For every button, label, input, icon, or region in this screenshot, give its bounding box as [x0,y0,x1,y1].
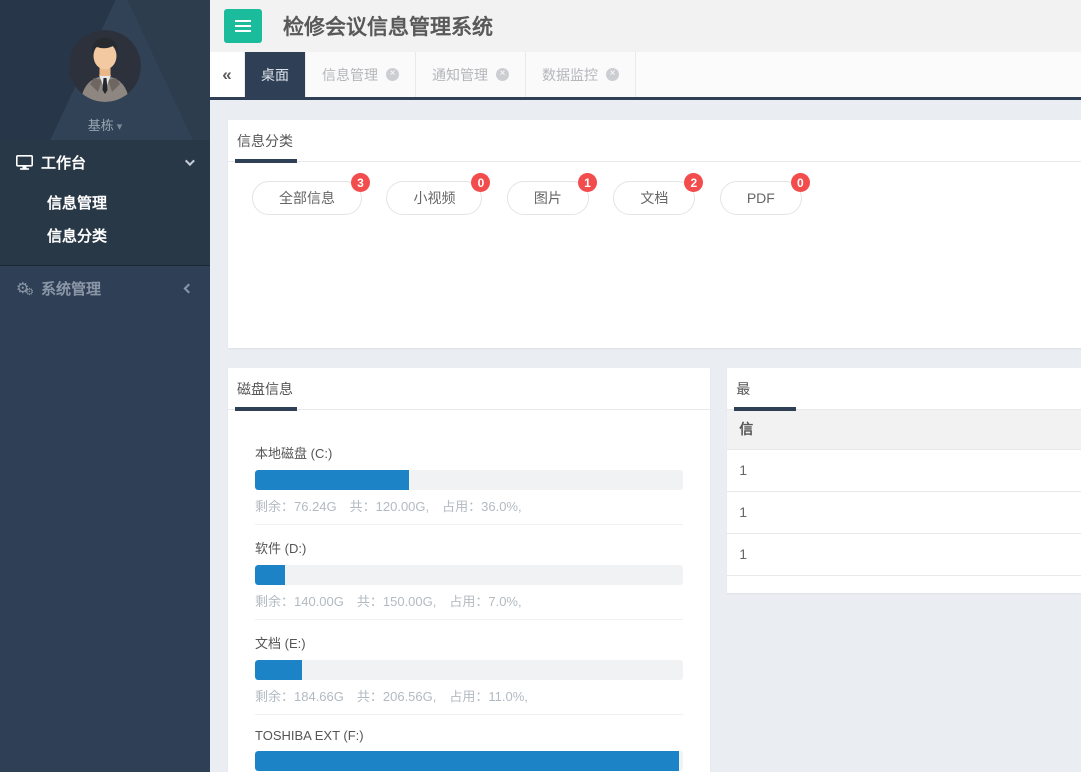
category-label: 文档 [640,188,668,208]
sidebar-item-info-management[interactable]: 信息管理 [0,187,210,220]
gears-icon: ⚙⚙ [16,281,38,296]
close-icon[interactable] [496,68,509,81]
disk-info-panel: 磁盘信息 本地磁盘 (C:) 剩余：76.24G 共：120.00G, 占用：3… [228,368,710,772]
table-row[interactable]: 1 [727,491,1081,533]
disk-name: 本地磁盘 (C:) [255,443,683,462]
profile-section: 基栋▾ [0,0,210,140]
category-label: 小视频 [413,188,455,208]
tab-bar: « 桌面 信息管理 通知管理 数据监控 [210,52,1081,100]
category-label: PDF [747,190,775,206]
category-button-pdf[interactable]: PDF 0 [720,181,802,215]
chevron-left-icon [184,283,194,293]
username: 基栋 [88,118,114,133]
info-category-panel: 信息分类 全部信息 3 小视频 0 图片 1 文档 2 PDF 0 [228,120,1081,348]
category-button-all[interactable]: 全部信息 3 [252,181,362,215]
caret-down-icon: ▾ [117,121,123,133]
count-badge: 0 [791,173,810,192]
category-buttons: 全部信息 3 小视频 0 图片 1 文档 2 PDF 0 [228,162,1081,234]
chevron-down-icon [185,156,195,166]
sidebar-item-system-management[interactable]: ⚙⚙ 系统管理 [0,266,210,310]
disk-row-d: 软件 (D:) 剩余：140.00G 共：150.00G, 占用：7.0%, [255,538,683,620]
disk-progress-fill [255,751,679,771]
sidebar: 基栋▾ 工作台 信息管理 信息分类 ⚙⚙ 系统管理 [0,0,210,772]
count-badge: 1 [578,173,597,192]
table-cell: 1 [727,533,1081,575]
table-cell: 1 [727,449,1081,491]
disk-stats: 剩余：76.24G 共：120.00G, 占用：36.0%, [255,496,683,515]
top-header: 检修会议信息管理系统 [210,0,1081,52]
app-title: 检修会议信息管理系统 [283,11,493,41]
sidebar-item-label: 工作台 [41,152,185,173]
latest-info-panel: 最 信 1 1 1 [727,368,1081,593]
tab-label: 桌面 [261,65,289,85]
table-row[interactable]: 1 [727,533,1081,575]
disk-progress-track [255,470,683,490]
panel-header: 信息分类 [228,120,1081,162]
main-content: 信息分类 全部信息 3 小视频 0 图片 1 文档 2 PDF 0 [210,100,1081,772]
avatar-illustration [69,30,141,102]
category-button-doc[interactable]: 文档 2 [613,181,695,215]
category-button-video[interactable]: 小视频 0 [386,181,482,215]
close-icon[interactable] [606,68,619,81]
disk-progress-fill [255,470,409,490]
tab-notice-management[interactable]: 通知管理 [416,52,526,97]
disk-progress-track [255,565,683,585]
panel-header: 最 [727,368,1081,410]
menu-toggle-button[interactable] [224,9,262,43]
sidebar-item-workbench[interactable]: 工作台 [0,140,210,185]
sidebar-item-info-category[interactable]: 信息分类 [0,220,210,253]
panel-title: 信息分类 [237,131,293,151]
tabs-scroll-left-button[interactable]: « [210,52,245,97]
category-label: 全部信息 [279,188,335,208]
count-badge: 3 [351,173,370,192]
table-row[interactable]: 1 [727,449,1081,491]
tab-info-management[interactable]: 信息管理 [306,52,416,97]
disk-progress-fill [255,660,302,680]
panel-title: 磁盘信息 [237,379,293,399]
disk-progress-track [255,751,683,771]
table-cell: 1 [727,491,1081,533]
sidebar-item-label: 系统管理 [41,278,185,299]
tab-label: 通知管理 [432,65,488,85]
monitor-icon [16,155,38,170]
disk-progress-track [255,660,683,680]
panel-title: 最 [736,379,750,399]
count-badge: 0 [471,173,490,192]
disk-progress-fill [255,565,285,585]
disk-name: TOSHIBA EXT (F:) [255,728,683,743]
disk-row-e: 文档 (E:) 剩余：184.66G 共：206.56G, 占用：11.0%, [255,633,683,715]
tab-data-monitor[interactable]: 数据监控 [526,52,636,97]
disk-row-c: 本地磁盘 (C:) 剩余：76.24G 共：120.00G, 占用：36.0%, [255,443,683,525]
disk-row-f: TOSHIBA EXT (F:) 剩余：20.45G 共：1863.01G, 占… [255,728,683,772]
panel-header: 磁盘信息 [228,368,710,410]
workbench-submenu: 信息管理 信息分类 [0,185,210,265]
avatar [69,30,141,102]
disk-name: 文档 (E:) [255,633,683,652]
tab-desktop[interactable]: 桌面 [245,52,306,97]
category-label: 图片 [534,188,562,208]
tab-label: 信息管理 [322,65,378,85]
nav-group-workbench: 工作台 信息管理 信息分类 [0,140,210,266]
count-badge: 2 [684,173,703,192]
disk-list: 本地磁盘 (C:) 剩余：76.24G 共：120.00G, 占用：36.0%,… [228,410,710,772]
close-icon[interactable] [386,68,399,81]
table-header-cell: 信 [727,410,1081,449]
latest-info-table: 信 1 1 1 [727,410,1081,576]
user-dropdown[interactable]: 基栋▾ [0,115,210,134]
disk-name: 软件 (D:) [255,538,683,557]
category-button-image[interactable]: 图片 1 [507,181,589,215]
tab-label: 数据监控 [542,65,598,85]
disk-stats: 剩余：184.66G 共：206.56G, 占用：11.0%, [255,686,683,705]
disk-stats: 剩余：140.00G 共：150.00G, 占用：7.0%, [255,591,683,610]
